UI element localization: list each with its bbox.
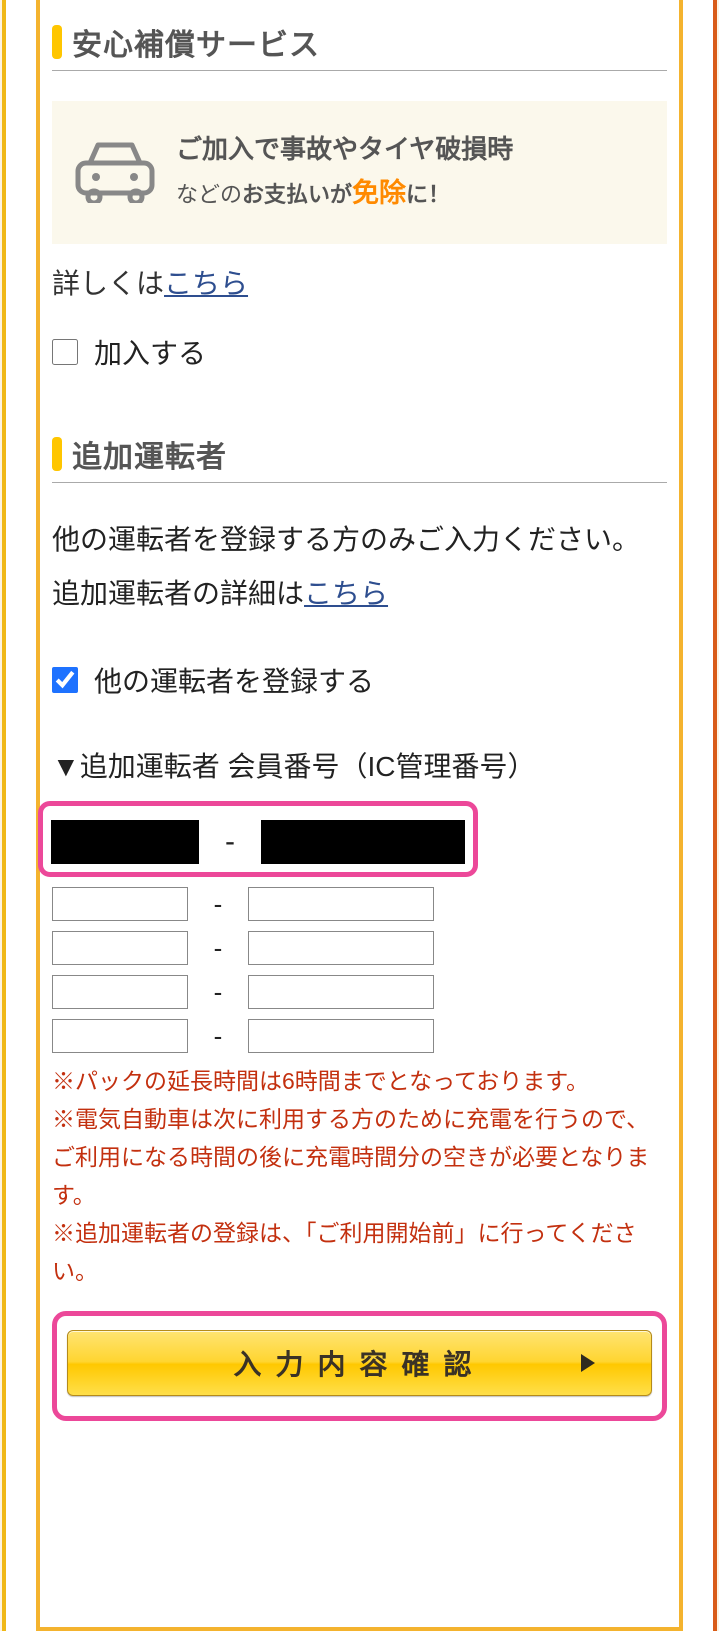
insurance-callout: ご加入で事故やタイヤ破損時 などのお支払いが免除に！	[52, 101, 667, 244]
member-row1-field-b-redacted[interactable]	[261, 820, 465, 864]
notes-block: ※パックの延長時間は6時間までとなっております。 ※電気自動車は次に利用する方の…	[52, 1063, 667, 1291]
member-number-label: ▼追加運転者 会員番号（IC管理番号）	[52, 740, 667, 793]
callout-line2-d: に！	[406, 182, 450, 207]
insurance-callout-text: ご加入で事故やタイヤ破損時 などのお支払いが免除に！	[176, 129, 513, 216]
heading-accent-bar	[52, 437, 62, 471]
member-field-a[interactable]	[52, 1019, 188, 1053]
member-field-b[interactable]	[248, 931, 434, 965]
member-field-a[interactable]	[52, 931, 188, 965]
member-row: -	[52, 887, 667, 921]
insurance-join-checkbox[interactable]	[52, 339, 78, 365]
dash: -	[208, 977, 228, 1008]
dash: -	[208, 889, 228, 920]
insurance-join-row[interactable]: 加入する	[52, 332, 667, 372]
confirm-highlight-frame: 入力内容確認	[52, 1311, 667, 1421]
confirm-button-label: 入力内容確認	[233, 1343, 485, 1383]
register-driver-row[interactable]: 他の運転者を登録する	[52, 660, 667, 700]
member-field-a[interactable]	[52, 887, 188, 921]
confirm-button[interactable]: 入力内容確認	[67, 1330, 652, 1396]
chevron-right-icon	[581, 1354, 595, 1372]
section-heading-driver: 追加運転者	[52, 432, 667, 483]
callout-line2-a: などの	[176, 182, 242, 207]
member-field-b[interactable]	[248, 887, 434, 921]
note-1: ※パックの延長時間は6時間までとなっております。	[52, 1063, 667, 1101]
insurance-detail-link[interactable]: こちら	[164, 268, 248, 299]
member-row1-field-a-redacted[interactable]	[51, 820, 199, 864]
detail-prefix: 詳しくは	[52, 268, 164, 299]
note-2: ※電気自動車は次に利用する方のために充電を行うので、ご利用になる時間の後に充電時…	[52, 1101, 667, 1215]
dash: -	[208, 1021, 228, 1052]
section-heading-insurance: 安心補償サービス	[52, 20, 667, 71]
driver-intro-text: 他の運転者を登録する方のみご入力ください。追加運転者の詳細はこちら	[52, 513, 667, 619]
member-row-highlighted: -	[38, 801, 478, 877]
member-field-a[interactable]	[52, 975, 188, 1009]
callout-line1: ご加入で事故やタイヤ破損時	[176, 129, 513, 171]
heading-accent-bar	[52, 25, 62, 59]
heading-driver-title: 追加運転者	[72, 432, 227, 476]
member-field-b[interactable]	[248, 975, 434, 1009]
member-row: -	[52, 1019, 667, 1053]
dash: -	[225, 825, 235, 859]
callout-line2-b: お支払いが	[242, 182, 352, 207]
insurance-join-label: 加入する	[94, 332, 206, 372]
dash: -	[208, 933, 228, 964]
member-row: -	[52, 975, 667, 1009]
insurance-detail-row: 詳しくはこちら	[52, 262, 667, 302]
callout-line2-c: 免除	[352, 178, 406, 208]
driver-detail-link[interactable]: こちら	[304, 578, 388, 609]
callout-line2: などのお支払いが免除に！	[176, 171, 513, 217]
car-icon	[72, 137, 158, 208]
member-field-b[interactable]	[248, 1019, 434, 1053]
member-row: -	[52, 931, 667, 965]
heading-insurance-title: 安心補償サービス	[72, 20, 320, 64]
member-rows-group: - - - -	[52, 887, 667, 1053]
register-driver-label: 他の運転者を登録する	[94, 660, 374, 700]
note-3: ※追加運転者の登録は、「ご利用開始前」に行ってください。	[52, 1215, 667, 1291]
register-driver-checkbox[interactable]	[52, 667, 78, 693]
